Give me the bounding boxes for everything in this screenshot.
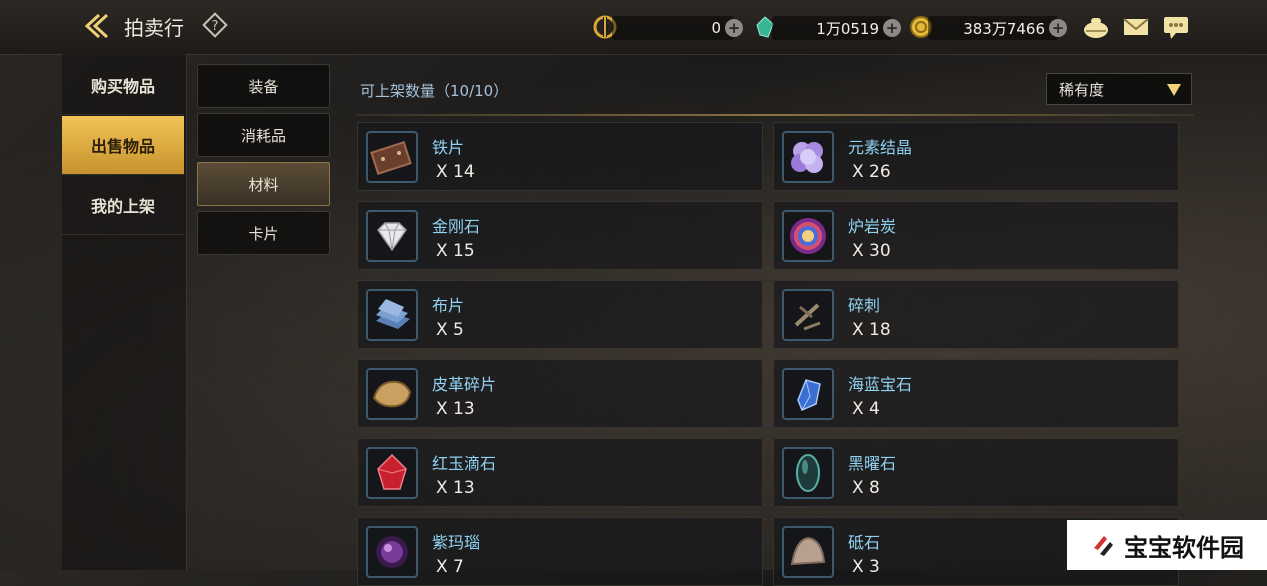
- item-quantity: X 14: [436, 162, 475, 182]
- left-nav: 购买物品 出售物品 我的上架: [62, 54, 187, 570]
- nav-sell-items[interactable]: 出售物品: [62, 116, 184, 175]
- watermark-logo-icon: [1094, 536, 1113, 556]
- sort-dropdown[interactable]: 稀有度: [1046, 73, 1192, 105]
- thorn-fragment-icon: [782, 289, 834, 341]
- currency-gold-coin: 383万7466 +: [928, 16, 1067, 40]
- add-c-coin-button[interactable]: +: [725, 19, 743, 37]
- back-button[interactable]: [80, 10, 112, 42]
- item-card[interactable]: 紫玛瑙 X 7: [357, 517, 763, 586]
- page-title: 拍卖行: [124, 16, 184, 40]
- item-card[interactable]: 碎刺 X 18: [773, 280, 1179, 349]
- item-card[interactable]: 黑曜石 X 8: [773, 438, 1179, 507]
- item-name: 元素结晶: [848, 138, 913, 157]
- item-card[interactable]: 海蓝宝石 X 4: [773, 359, 1179, 428]
- item-card[interactable]: 皮革碎片 X 13: [357, 359, 763, 428]
- c-coin-value: 0: [711, 19, 721, 37]
- element-crystal-icon: [782, 131, 834, 183]
- diamond-icon: [366, 210, 418, 262]
- bag-button[interactable]: [1082, 14, 1110, 40]
- subcat-label: 卡片: [248, 224, 279, 243]
- whetstone-icon: [782, 526, 834, 578]
- add-green-gem-button[interactable]: +: [883, 19, 901, 37]
- currency-green-gem: 1万0519 +: [772, 16, 901, 40]
- item-name: 布片: [432, 296, 465, 315]
- subcat-equipment[interactable]: 装备: [197, 64, 330, 108]
- bag-icon: [1084, 18, 1108, 38]
- item-card[interactable]: 炉岩炭 X 30: [773, 201, 1179, 270]
- item-quantity: X 30: [852, 241, 891, 261]
- watermark-text: 宝宝软件园: [1124, 533, 1244, 562]
- watermark: 宝宝软件园: [1067, 520, 1267, 570]
- item-quantity: X 18: [852, 320, 891, 340]
- item-name: 紫玛瑙: [432, 533, 481, 552]
- item-quantity: X 3: [852, 557, 880, 577]
- item-name: 铁片: [432, 138, 465, 157]
- ruby-drop-icon: [366, 447, 418, 499]
- mail-button[interactable]: [1122, 14, 1150, 40]
- subcat-materials[interactable]: 材料: [197, 162, 330, 206]
- subcat-label: 消耗品: [240, 126, 286, 145]
- item-name: 黑曜石: [848, 454, 897, 473]
- item-name: 碎刺: [848, 296, 881, 315]
- iron-plate-icon: [366, 131, 418, 183]
- item-name: 砥石: [848, 533, 881, 552]
- item-name: 皮革碎片: [432, 375, 497, 394]
- item-quantity: X 7: [436, 557, 464, 577]
- currency-c-coin: 0 +: [612, 16, 743, 40]
- chat-button[interactable]: [1162, 14, 1190, 40]
- item-quantity: X 15: [436, 241, 475, 261]
- nav-label: 购买物品: [90, 77, 155, 96]
- gold-coin-value: 383万7466: [963, 19, 1045, 38]
- listing-count-label: 可上架数量（10/10）: [360, 82, 509, 100]
- item-card[interactable]: 元素结晶 X 26: [773, 122, 1179, 191]
- subcat-label: 材料: [248, 175, 279, 194]
- obsidian-icon: [782, 447, 834, 499]
- green-gem-value: 1万0519: [816, 19, 879, 38]
- add-gold-coin-button[interactable]: +: [1049, 19, 1067, 37]
- mail-icon: [1123, 18, 1149, 35]
- item-card[interactable]: 金刚石 X 15: [357, 201, 763, 270]
- item-name: 金刚石: [432, 217, 481, 236]
- chat-icon: [1164, 17, 1188, 39]
- dropdown-arrow-icon: [1167, 84, 1181, 96]
- aquamarine-icon: [782, 368, 834, 420]
- item-card[interactable]: 铁片 X 14: [357, 122, 763, 191]
- item-quantity: X 13: [436, 399, 475, 419]
- furnace-coal-icon: [782, 210, 834, 262]
- top-bar: 拍卖行 ? 0 + 1万0519 + 383万7466 +: [0, 0, 1267, 55]
- leather-scrap-icon: [366, 368, 418, 420]
- svg-text:?: ?: [212, 19, 219, 34]
- item-quantity: X 4: [852, 399, 880, 419]
- item-name: 红玉滴石: [432, 454, 497, 473]
- nav-my-listings[interactable]: 我的上架: [62, 176, 184, 235]
- back-arrow-icon: [84, 13, 109, 39]
- item-card[interactable]: 布片 X 5: [357, 280, 763, 349]
- item-name: 海蓝宝石: [848, 375, 913, 394]
- nav-label: 出售物品: [90, 137, 155, 156]
- subcat-consumables[interactable]: 消耗品: [197, 113, 330, 157]
- sort-value: 稀有度: [1059, 80, 1105, 99]
- help-icon: ?: [202, 12, 228, 38]
- item-quantity: X 5: [436, 320, 464, 340]
- item-quantity: X 26: [852, 162, 891, 182]
- nav-buy-items[interactable]: 购买物品: [62, 56, 184, 115]
- subcat-label: 装备: [248, 77, 279, 96]
- purple-agate-icon: [366, 526, 418, 578]
- subcat-cards[interactable]: 卡片: [197, 211, 330, 255]
- item-quantity: X 13: [436, 478, 475, 498]
- divider: [356, 114, 1194, 116]
- item-quantity: X 8: [852, 478, 880, 498]
- item-name: 炉岩炭: [848, 217, 897, 236]
- item-card[interactable]: 红玉滴石 X 13: [357, 438, 763, 507]
- cloth-icon: [366, 289, 418, 341]
- help-button[interactable]: ?: [202, 12, 228, 38]
- nav-label: 我的上架: [90, 197, 155, 216]
